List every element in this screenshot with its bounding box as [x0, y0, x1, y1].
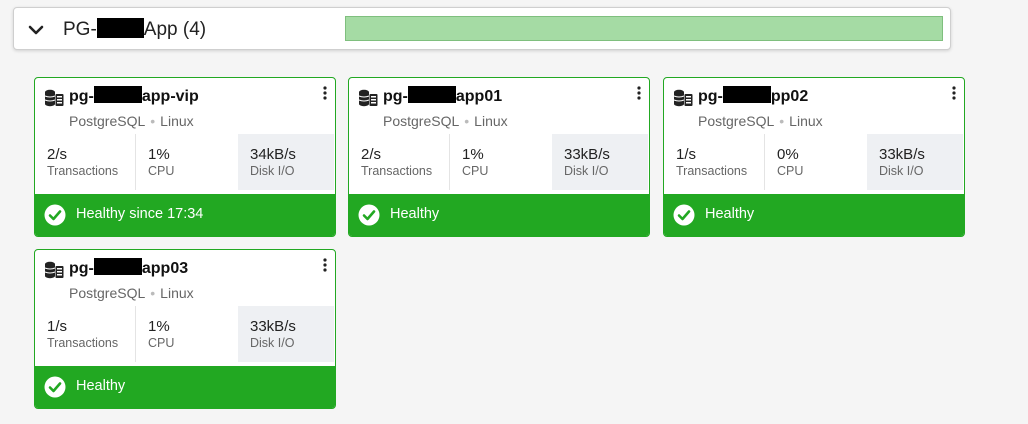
metric-cpu: 1% CPU [462, 146, 489, 178]
redacted-block [722, 86, 771, 104]
health-status-text: Healthy [76, 378, 126, 394]
check-circle-icon [673, 204, 695, 226]
redacted-block [407, 86, 456, 104]
card-subtitle: PostgreSQL • Linux [698, 113, 823, 129]
health-status-text: Healthy [390, 206, 440, 222]
card-subtitle: PostgreSQL • Linux [69, 285, 194, 301]
check-circle-icon [44, 204, 66, 226]
health-status-bar[interactable]: Healthy [35, 366, 335, 408]
metric-disk-io: 34kB/s Disk I/O [238, 134, 334, 190]
database-server-icon [44, 261, 64, 279]
database-server-icon [44, 89, 64, 107]
metrics-row: 1/s Transactions 1% CPU 33kB/s Disk I/O [35, 306, 335, 364]
redacted-block [93, 86, 142, 104]
chevron-down-icon[interactable] [26, 20, 46, 40]
metric-disk-io: 33kB/s Disk I/O [238, 306, 334, 362]
redacted-block [96, 17, 144, 38]
metric-transactions: 1/s Transactions [35, 306, 136, 362]
health-status-bar[interactable]: Healthy [349, 194, 649, 236]
metric-cpu: 0% CPU [777, 146, 804, 178]
redacted-block [93, 258, 142, 276]
metric-cpu: 1% CPU [148, 146, 175, 178]
group-health-bar [345, 16, 943, 41]
metric-cpu: 1% CPU [148, 318, 175, 350]
server-card[interactable]: pg-app03 PostgreSQL • Linux 1/s Transaction… [34, 249, 336, 409]
card-title[interactable]: pg-pp02 [698, 86, 808, 106]
health-status-text: Healthy [705, 206, 755, 222]
more-options-icon[interactable] [322, 86, 328, 100]
group-title: PG- App (4) [63, 17, 207, 40]
card-subtitle: PostgreSQL • Linux [69, 113, 194, 129]
group-header[interactable]: PG- App (4) [13, 7, 951, 50]
metric-transactions: 1/s Transactions [664, 134, 765, 190]
server-card[interactable]: pg-app01 PostgreSQL • Linux 2/s Transaction… [348, 77, 650, 237]
card-title[interactable]: pg-app03 [69, 258, 188, 278]
database-server-icon [673, 89, 693, 107]
metric-disk-io: 33kB/s Disk I/O [867, 134, 963, 190]
card-title[interactable]: pg-app-vip [69, 86, 199, 106]
metrics-row: 2/s Transactions 1% CPU 33kB/s Disk I/O [349, 134, 649, 192]
metrics-row: 2/s Transactions 1% CPU 34kB/s Disk I/O [35, 134, 335, 192]
metric-transactions: 2/s Transactions [35, 134, 136, 190]
database-server-icon [358, 89, 378, 107]
health-status-text: Healthy since 17:34 [76, 206, 204, 222]
metric-disk-io: 33kB/s Disk I/O [552, 134, 648, 190]
metrics-row: 1/s Transactions 0% CPU 33kB/s Disk I/O [664, 134, 964, 192]
card-title[interactable]: pg-app01 [383, 86, 502, 106]
check-circle-icon [358, 204, 380, 226]
card-subtitle: PostgreSQL • Linux [383, 113, 508, 129]
check-circle-icon [44, 376, 66, 398]
server-card[interactable]: pg-app-vip PostgreSQL • Linux 2/s Transacti… [34, 77, 336, 237]
health-status-bar[interactable]: Healthy [664, 194, 964, 236]
server-card[interactable]: pg-pp02 PostgreSQL • Linux 1/s Transactions… [663, 77, 965, 237]
more-options-icon[interactable] [636, 86, 642, 100]
more-options-icon[interactable] [951, 86, 957, 100]
metric-transactions: 2/s Transactions [349, 134, 450, 190]
more-options-icon[interactable] [322, 258, 328, 272]
health-status-bar[interactable]: Healthy since 17:34 [35, 194, 335, 236]
